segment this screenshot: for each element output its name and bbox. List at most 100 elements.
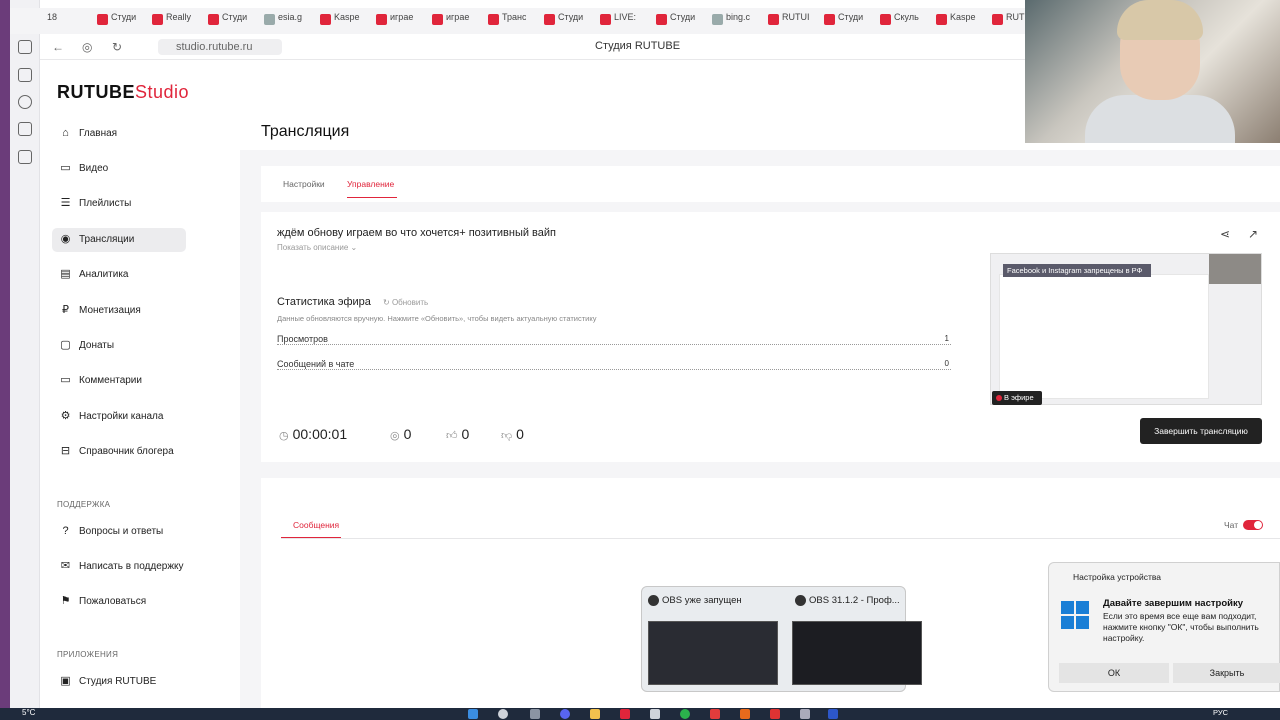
stat-label: Сообщений в чате	[277, 359, 358, 369]
live-dot-icon	[996, 395, 1002, 401]
rutube-studio-logo[interactable]: RUTUBEStudio	[57, 82, 189, 103]
tab-settings[interactable]: Настройки	[283, 179, 325, 189]
sidebar-item-label: Главная	[79, 128, 118, 139]
browser-tab[interactable]: Студи	[542, 12, 583, 30]
sidebar-item-playlists[interactable]: ☰ Плейлисты	[52, 192, 186, 216]
end-stream-button[interactable]: Завершить трансляцию	[1140, 418, 1262, 444]
site-favicon	[264, 14, 275, 25]
rutube-favicon	[656, 14, 667, 25]
sidebar-item-contact-support[interactable]: ✉ Написать в поддержку	[52, 555, 186, 579]
settings-icon[interactable]	[800, 709, 810, 719]
tab-count-badge[interactable]: 18	[43, 12, 57, 30]
site-favicon	[712, 14, 723, 25]
browser-tab[interactable]: играе	[430, 12, 469, 30]
obs-taskbar-preview[interactable]: OBS уже запущен OBS 31.1.2 - Проф...	[641, 586, 922, 692]
browser-tab[interactable]: LIVE:	[598, 12, 636, 30]
browser-tab[interactable]: Kaspe	[934, 12, 976, 30]
sidebar-item-donations[interactable]: ▢ Донаты	[52, 334, 186, 358]
ok-button[interactable]: ОК	[1059, 663, 1169, 683]
stat-label: Просмотров	[277, 334, 331, 344]
app-icon[interactable]	[770, 709, 780, 719]
show-description-link[interactable]: Показать описание ⌄	[277, 243, 357, 252]
chat-toggle-label: Чат	[1224, 520, 1239, 530]
obs-window-title[interactable]: OBS 31.1.2 - Проф...	[795, 595, 900, 606]
sidebar-item-analytics[interactable]: ▤ Аналитика	[52, 263, 186, 287]
sidebar-item-channel-settings[interactable]: ⚙ Настройки канала	[52, 405, 186, 429]
browser-tab[interactable]: Студи	[206, 12, 247, 30]
mail-icon: ✉	[60, 560, 71, 572]
notification-title: Давайте завершим настройку	[1103, 598, 1244, 609]
sidebar-item-label: Написать в поддержку	[79, 561, 184, 572]
start-icon[interactable]	[468, 709, 478, 719]
browser-tab[interactable]: bing.c	[710, 12, 750, 30]
setup-notification[interactable]: Настройка устройства Давайте завершим на…	[1048, 562, 1280, 692]
preview-screen	[999, 274, 1209, 399]
chat-toggle[interactable]	[1243, 520, 1263, 530]
sidebar-item-report[interactable]: ⚑ Пожаловаться	[52, 590, 186, 614]
app-icon[interactable]	[710, 709, 720, 719]
history-icon[interactable]	[18, 40, 32, 54]
search-icon[interactable]	[498, 709, 508, 719]
yandex-browser-icon[interactable]	[620, 709, 630, 719]
refresh-icon: ↻	[383, 298, 390, 307]
browser-tab[interactable]: RUTI	[990, 12, 1025, 30]
sidebar-item-faq[interactable]: ? Вопросы и ответы	[52, 520, 186, 544]
share-icon[interactable]: ⋖	[1220, 227, 1230, 241]
thumbs-up-icon: 👍︎	[446, 430, 458, 442]
back-icon[interactable]: ←	[52, 40, 64, 54]
obs-thumbnail[interactable]	[792, 621, 922, 685]
video-icon: ▭	[60, 162, 71, 174]
sidebar-item-blogger-guide[interactable]: ⊟ Справочник блогера	[52, 440, 186, 464]
browser-tab[interactable]: Kaspe	[318, 12, 360, 30]
tab-management[interactable]: Управление	[347, 179, 394, 189]
rutube-favicon	[824, 14, 835, 25]
folder-icon[interactable]	[590, 709, 600, 719]
page-title: Трансляция	[261, 123, 350, 140]
app-icon[interactable]	[828, 709, 838, 719]
donations-icon: ▢	[60, 339, 71, 351]
language-indicator[interactable]: РУС	[1213, 708, 1228, 717]
sidebar-item-comments[interactable]: ▭ Комментарии	[52, 369, 186, 393]
obs-window-title[interactable]: OBS уже запущен	[648, 595, 742, 606]
sidebar-item-studio-app[interactable]: ▣ Студия RUTUBE	[52, 670, 186, 694]
external-link-icon[interactable]: ↗	[1248, 227, 1258, 241]
discord-icon[interactable]	[560, 709, 570, 719]
screenshot-icon[interactable]	[18, 150, 32, 164]
sidebar-item-label: Аналитика	[79, 269, 129, 280]
browser-tab[interactable]: играе	[374, 12, 413, 30]
app-icon[interactable]	[740, 709, 750, 719]
reload-icon[interactable]: ↻	[112, 40, 122, 54]
analytics-icon: ▤	[60, 268, 71, 280]
whatsapp-icon[interactable]	[680, 709, 690, 719]
browser-tab[interactable]: Студи	[654, 12, 695, 30]
browser-tab[interactable]: esia.g	[262, 12, 302, 30]
browser-tab[interactable]: Скуль	[878, 12, 919, 30]
browser-tab[interactable]: Студи	[822, 12, 863, 30]
book-icon: ⊟	[60, 445, 71, 457]
browser-tab[interactable]: RUTUI	[766, 12, 810, 30]
chevron-down-icon: ⌄	[350, 243, 358, 252]
sidebar-item-monetization[interactable]: ₽ Монетизация	[52, 299, 186, 323]
sidebar-item-home[interactable]: ⌂ Главная	[52, 122, 186, 146]
browser-tab[interactable]: Транс	[486, 12, 526, 30]
shield-icon[interactable]: ◎	[82, 40, 92, 54]
rutube-favicon	[768, 14, 779, 25]
refresh-button[interactable]: ↻ Обновить	[383, 298, 428, 307]
sidebar-item-label: Студия RUTUBE	[79, 676, 157, 687]
close-button[interactable]: Закрыть	[1173, 663, 1280, 683]
store-icon[interactable]	[650, 709, 660, 719]
weather-widget[interactable]: 5°C	[22, 708, 35, 717]
sidebar-item-video[interactable]: ▭ Видео	[52, 157, 186, 181]
obs-thumbnail[interactable]	[648, 621, 778, 685]
browser-tab[interactable]: Really	[150, 12, 191, 30]
broadcast-icon: ◉	[60, 233, 71, 245]
sidebar-item-label: Трансляции	[79, 234, 135, 245]
collections-icon[interactable]	[18, 68, 32, 82]
play-icon[interactable]	[18, 95, 32, 109]
tab-messages[interactable]: Сообщения	[293, 520, 339, 530]
task-view-icon[interactable]	[530, 709, 540, 719]
browser-tab[interactable]: Студи	[95, 12, 136, 30]
calendar-icon[interactable]	[18, 122, 32, 136]
url-field[interactable]: studio.rutube.ru	[158, 39, 282, 55]
sidebar-item-broadcasts[interactable]: ◉ Трансляции	[52, 228, 186, 252]
